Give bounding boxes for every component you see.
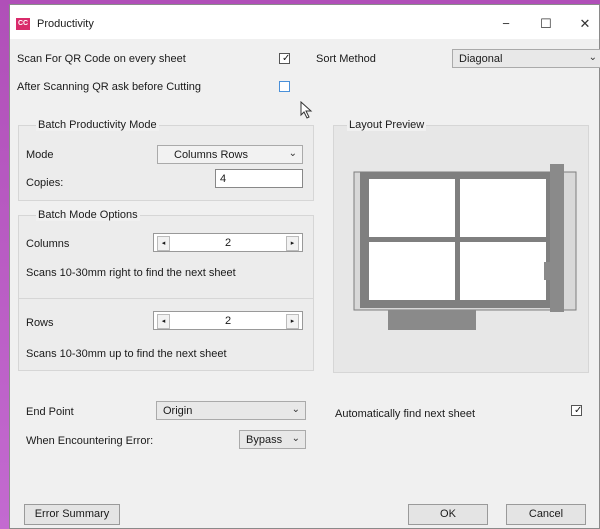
front-stand bbox=[388, 310, 476, 330]
error-select[interactable]: Bypass ⌄ bbox=[239, 430, 306, 449]
error-summary-button[interactable]: Error Summary bbox=[24, 504, 120, 525]
columns-hint: Scans 10-30mm right to find the next she… bbox=[26, 267, 236, 279]
layout-preview-graphic bbox=[353, 164, 577, 330]
sort-method-label: Sort Method bbox=[316, 53, 376, 65]
mode-value: Columns Rows bbox=[174, 149, 248, 161]
increase-arrow-icon[interactable]: ▸ bbox=[286, 236, 299, 251]
minimize-button[interactable]: − bbox=[493, 15, 519, 33]
ok-button[interactable]: OK bbox=[408, 504, 488, 525]
close-button[interactable]: ✕ bbox=[572, 15, 598, 33]
title-bar: CC Productivity − ☐ ✕ bbox=[10, 5, 599, 39]
productivity-window: CC Productivity − ☐ ✕ Scan For QR Code o… bbox=[9, 4, 600, 529]
check-icon: ✓ bbox=[282, 53, 291, 64]
group-divider bbox=[18, 298, 314, 299]
scan-qr-label: Scan For QR Code on every sheet bbox=[17, 53, 186, 65]
columns-stepper[interactable]: ◂ 2 ▸ bbox=[153, 233, 303, 252]
scan-qr-checkbox[interactable]: ✓ bbox=[279, 53, 290, 64]
batch-options-title: Batch Mode Options bbox=[36, 209, 140, 221]
chevron-down-icon: ⌄ bbox=[291, 433, 300, 444]
columns-value: 2 bbox=[224, 237, 232, 249]
end-point-label: End Point bbox=[26, 406, 74, 418]
ask-before-cut-label: After Scanning QR ask before Cutting bbox=[17, 81, 202, 93]
check-icon: ✓ bbox=[574, 405, 583, 416]
layout-preview-title: Layout Preview bbox=[347, 119, 427, 131]
app-icon: CC bbox=[16, 18, 30, 30]
sheet-cell bbox=[369, 179, 455, 237]
copies-input[interactable]: 4 bbox=[215, 169, 303, 188]
end-point-select[interactable]: Origin ⌄ bbox=[156, 401, 306, 420]
chevron-down-icon: ⌄ bbox=[288, 148, 297, 159]
columns-label: Columns bbox=[26, 238, 70, 250]
sheet-cell bbox=[369, 242, 455, 300]
maximize-button[interactable]: ☐ bbox=[533, 15, 559, 33]
auto-find-label: Automatically find next sheet bbox=[335, 408, 476, 420]
error-label: When Encountering Error: bbox=[26, 435, 154, 447]
layout-preview-panel bbox=[333, 125, 589, 373]
ask-before-cut-checkbox[interactable] bbox=[279, 81, 290, 92]
copies-value: 4 bbox=[220, 173, 227, 185]
cancel-button[interactable]: Cancel bbox=[506, 504, 586, 525]
rows-label: Rows bbox=[26, 317, 54, 329]
chevron-down-icon: ⌄ bbox=[291, 404, 300, 415]
rows-hint: Scans 10-30mm up to find the next sheet bbox=[26, 348, 227, 360]
rows-stepper[interactable]: ◂ 2 ▸ bbox=[153, 311, 303, 330]
gantry-bar bbox=[550, 164, 564, 312]
batch-mode-title: Batch Productivity Mode bbox=[36, 119, 159, 131]
sort-method-value: Diagonal bbox=[459, 53, 503, 65]
window-title: Productivity bbox=[37, 18, 94, 30]
sheet-cell bbox=[460, 179, 546, 237]
sheet-cell bbox=[460, 242, 546, 300]
rows-value: 2 bbox=[224, 315, 232, 327]
auto-find-checkbox[interactable]: ✓ bbox=[571, 405, 582, 416]
tool-head bbox=[544, 262, 550, 280]
sort-method-select[interactable]: Diagonal ⌄ bbox=[452, 49, 600, 68]
mouse-cursor-icon bbox=[300, 101, 313, 119]
error-value: Bypass bbox=[246, 434, 283, 446]
mode-select[interactable]: Columns Rows ⌄ bbox=[157, 145, 303, 164]
copies-label: Copies: bbox=[26, 177, 64, 189]
end-point-value: Origin bbox=[163, 405, 193, 417]
increase-arrow-icon[interactable]: ▸ bbox=[286, 314, 299, 329]
mode-label: Mode bbox=[26, 149, 54, 161]
chevron-down-icon: ⌄ bbox=[588, 52, 597, 63]
